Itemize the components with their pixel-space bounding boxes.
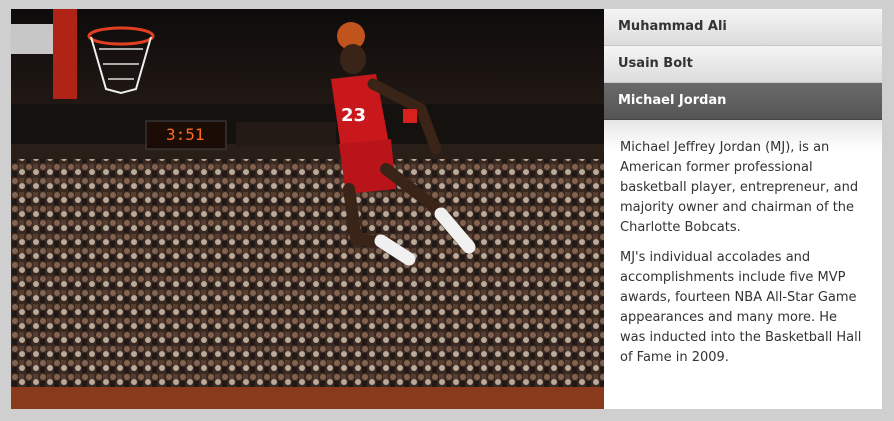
tab-michael-jordan[interactable]: Michael Jordan xyxy=(604,83,882,120)
bio-paragraph: Michael Jeffrey Jordan (MJ), is an Ameri… xyxy=(620,140,859,235)
scoreboard-text: 3:51 xyxy=(166,125,205,144)
tab-muhammad-ali[interactable]: Muhammad Ali xyxy=(604,9,882,46)
tab-label: Michael Jordan xyxy=(618,93,727,108)
tab-content: Michael Jeffrey Jordan (MJ), is an Ameri… xyxy=(604,120,882,409)
slider-container: 3:51 23 Muhammad Ali Usain Bolt Michael … xyxy=(11,9,882,409)
slider-frame: 3:51 23 Muhammad Ali Usain Bolt Michael … xyxy=(0,0,894,421)
tab-label: Usain Bolt xyxy=(618,56,693,71)
bio-paragraph: MJ's individual accolades and accomplish… xyxy=(620,250,862,365)
tab-label: Muhammad Ali xyxy=(618,19,727,34)
featured-photo: 3:51 23 xyxy=(11,9,604,409)
jersey-number: 23 xyxy=(341,105,366,126)
accordion-panel: Muhammad Ali Usain Bolt Michael Jordan M… xyxy=(604,9,882,409)
basketball-dunk-image: 3:51 23 xyxy=(11,9,604,409)
tab-usain-bolt[interactable]: Usain Bolt xyxy=(604,46,882,83)
